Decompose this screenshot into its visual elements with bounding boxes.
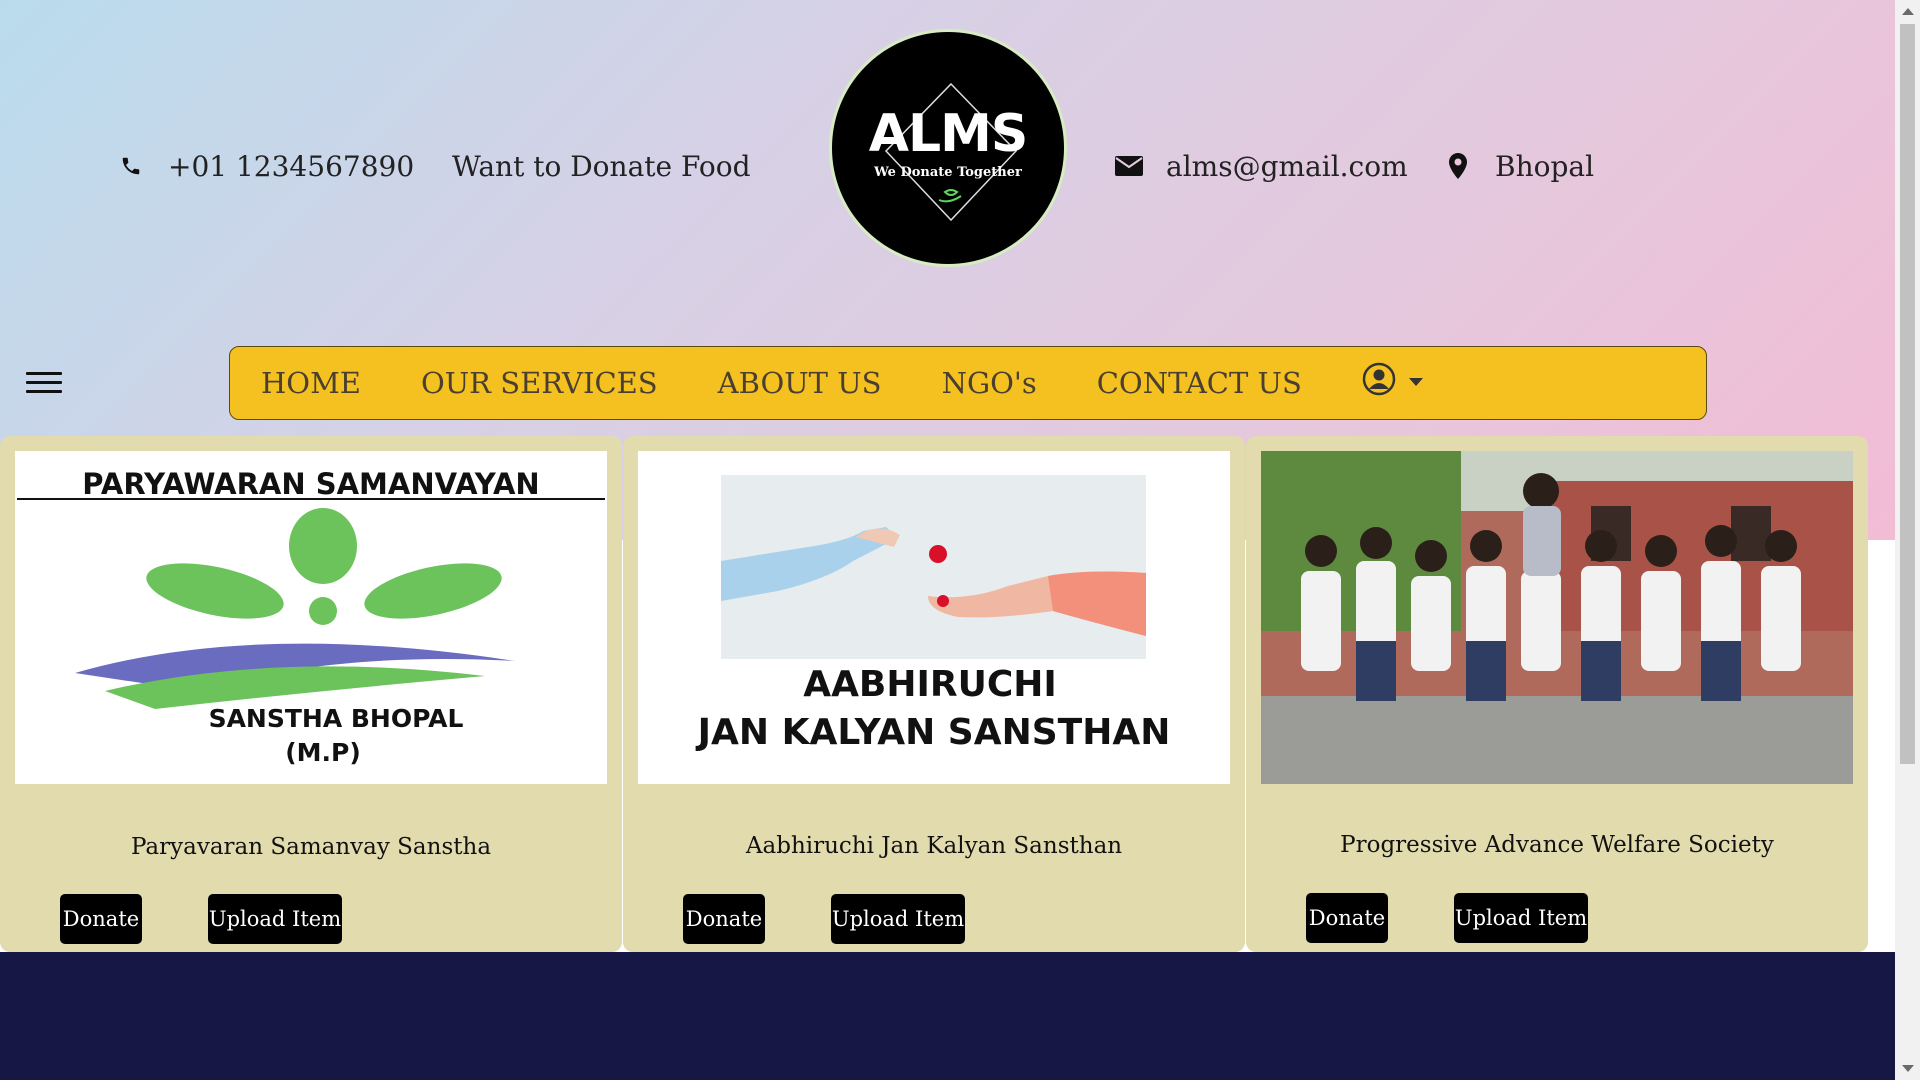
upload-item-button[interactable]: Upload Item	[208, 894, 342, 944]
user-circle-icon	[1362, 362, 1396, 396]
email-address: alms@gmail.com	[1166, 149, 1408, 183]
caret-down-icon	[1408, 378, 1423, 386]
nav-ngos[interactable]: NGO's	[942, 366, 1037, 400]
image-caption-text: (M.P)	[285, 738, 361, 767]
image-subheading-text: SANSTHA BHOPAL	[209, 704, 464, 733]
ngo-card: Progressive Advance Welfare Society Dona…	[1246, 436, 1868, 952]
main-navbar: HOME OUR SERVICES ABOUT US NGO's CONTACT…	[229, 346, 1707, 420]
scroll-up-arrow-icon[interactable]	[1902, 8, 1914, 15]
logo-tagline: We Donate Together	[874, 165, 1022, 180]
ngo-logo-image: AABHIRUCHI JAN KALYAN SANSTHAN	[638, 451, 1230, 784]
image-heading-text: PARYAWARAN SAMANVAYAN	[82, 467, 539, 501]
ngo-name: Paryavaran Samanvay Sanstha	[130, 834, 492, 860]
donate-button[interactable]: Donate	[683, 894, 765, 944]
ngo-photo	[1261, 451, 1853, 784]
footer	[0, 952, 1895, 1080]
location-text: Bhopal	[1495, 149, 1595, 183]
email-contact: alms@gmail.com	[1114, 148, 1408, 184]
scroll-down-arrow-icon[interactable]	[1902, 1065, 1914, 1072]
user-account-dropdown[interactable]	[1362, 362, 1426, 396]
hamburger-menu-icon[interactable]	[26, 366, 62, 402]
map-pin-icon	[1443, 151, 1473, 181]
donate-button[interactable]: Donate	[1306, 893, 1388, 943]
ngo-card: AABHIRUCHI JAN KALYAN SANSTHAN Aabhiruch…	[623, 436, 1245, 952]
alms-logo[interactable]: ALMS We Donate Together	[829, 29, 1067, 267]
phone-icon	[116, 151, 146, 181]
nav-contact-us[interactable]: CONTACT US	[1097, 366, 1302, 400]
upload-item-button[interactable]: Upload Item	[1454, 893, 1588, 943]
donate-button[interactable]: Donate	[60, 894, 142, 944]
upload-item-button[interactable]: Upload Item	[831, 894, 965, 944]
donate-food-text: Want to Donate Food	[452, 149, 751, 183]
image-subheading-text: JAN KALYAN SANSTHAN	[695, 712, 1171, 753]
nav-about-us[interactable]: ABOUT US	[718, 366, 882, 400]
location-contact: Bhopal	[1443, 148, 1594, 184]
ngo-name: Aabhiruchi Jan Kalyan Sansthan	[745, 833, 1123, 859]
image-heading-text: AABHIRUCHI	[803, 664, 1057, 705]
logo-title: ALMS	[868, 104, 1029, 164]
scrollbar-thumb[interactable]	[1900, 24, 1915, 764]
envelope-icon	[1114, 151, 1144, 181]
nav-home[interactable]: HOME	[261, 366, 361, 400]
nav-our-services[interactable]: OUR SERVICES	[421, 366, 658, 400]
phone-contact: +01 1234567890	[116, 148, 414, 184]
ngo-logo-image: PARYAWARAN SAMANVAYAN SANSTHA BHOPAL (M.…	[15, 451, 607, 784]
vertical-scrollbar[interactable]	[1895, 0, 1920, 1080]
page-viewport: +01 1234567890 Want to Donate Food alms@…	[0, 0, 1895, 1080]
phone-number: +01 1234567890	[168, 149, 415, 183]
donate-food-link[interactable]: Want to Donate Food	[452, 148, 751, 184]
ngo-card-list: PARYAWARAN SAMANVAYAN SANSTHA BHOPAL (M.…	[0, 436, 1868, 952]
ngo-name: Progressive Advance Welfare Society	[1340, 832, 1774, 858]
ngo-card: PARYAWARAN SAMANVAYAN SANSTHA BHOPAL (M.…	[0, 436, 622, 952]
